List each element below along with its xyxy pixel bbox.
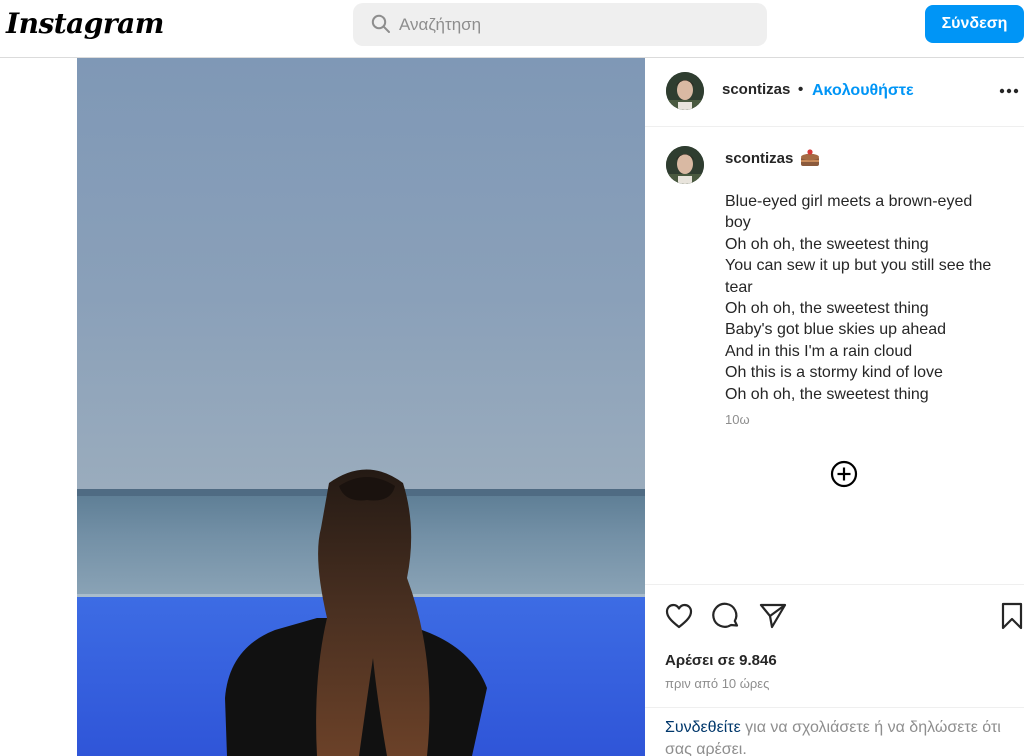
caption-line: Oh oh oh, the sweetest thing xyxy=(725,235,929,253)
search-icon xyxy=(371,14,390,33)
post-timestamp[interactable]: πριν από 10 ώρες xyxy=(665,676,769,691)
caption-line: You can sew it up but you still see the xyxy=(725,257,992,275)
caption-line: Oh this is a stormy kind of love xyxy=(725,364,943,382)
profile-picture xyxy=(666,72,704,110)
login-to-comment-prompt: Συνδεθείτε για να σχολιάσετε ή να δηλώσε… xyxy=(645,707,1024,756)
comment-bubble-icon[interactable] xyxy=(711,601,741,631)
login-button[interactable]: Σύνδεση xyxy=(925,5,1024,43)
caption-line: Oh oh oh, the sweetest thing xyxy=(725,385,929,403)
follow-button[interactable]: Ακολουθήστε xyxy=(812,82,914,100)
login-link[interactable]: Συνδεθείτε xyxy=(665,719,741,736)
profile-picture xyxy=(666,146,704,184)
caption-line: Oh oh oh, the sweetest thing xyxy=(725,300,929,318)
avatar[interactable] xyxy=(666,72,704,110)
post-header: scontizas • Ακολουθήστε xyxy=(645,58,1024,127)
post-side-panel: scontizas • Ακολουθήστε scontizas Blue-e… xyxy=(645,58,1024,756)
caption-line: Baby's got blue skies up ahead xyxy=(725,321,946,339)
post-author-username[interactable]: scontizas xyxy=(722,81,790,98)
more-options-icon[interactable] xyxy=(999,88,1019,94)
bookmark-icon[interactable] xyxy=(998,601,1024,631)
post-caption: Blue-eyed girl meets a brown-eyed boy Oh… xyxy=(725,191,1015,405)
search-input[interactable] xyxy=(399,3,749,46)
caption-line: And in this I'm a rain cloud xyxy=(725,342,913,360)
separator-dot: • xyxy=(798,81,804,98)
post-photo[interactable] xyxy=(77,58,645,756)
add-circle-icon[interactable] xyxy=(829,459,859,489)
likes-count[interactable]: Αρέσει σε 9.846 xyxy=(665,652,777,669)
search-box[interactable] xyxy=(353,3,767,46)
caption-line: tear xyxy=(725,278,753,296)
post-actions: Αρέσει σε 9.846 πριν από 10 ώρες Συνδεθε… xyxy=(645,584,1024,756)
instagram-logo[interactable]: Instagram xyxy=(6,7,164,40)
caption-line: boy xyxy=(725,214,751,232)
post-image xyxy=(77,58,645,756)
heart-icon[interactable] xyxy=(664,601,694,631)
top-navigation-bar: Instagram Σύνδεση xyxy=(0,0,1024,58)
caption-username[interactable]: scontizas xyxy=(725,150,793,167)
caption-line: Blue-eyed girl meets a brown-eyed xyxy=(725,193,973,210)
cake-emoji-icon xyxy=(801,149,819,166)
caption-avatar[interactable] xyxy=(666,146,704,184)
paper-plane-icon[interactable] xyxy=(758,601,788,631)
caption-timestamp[interactable]: 10ω xyxy=(725,412,750,427)
